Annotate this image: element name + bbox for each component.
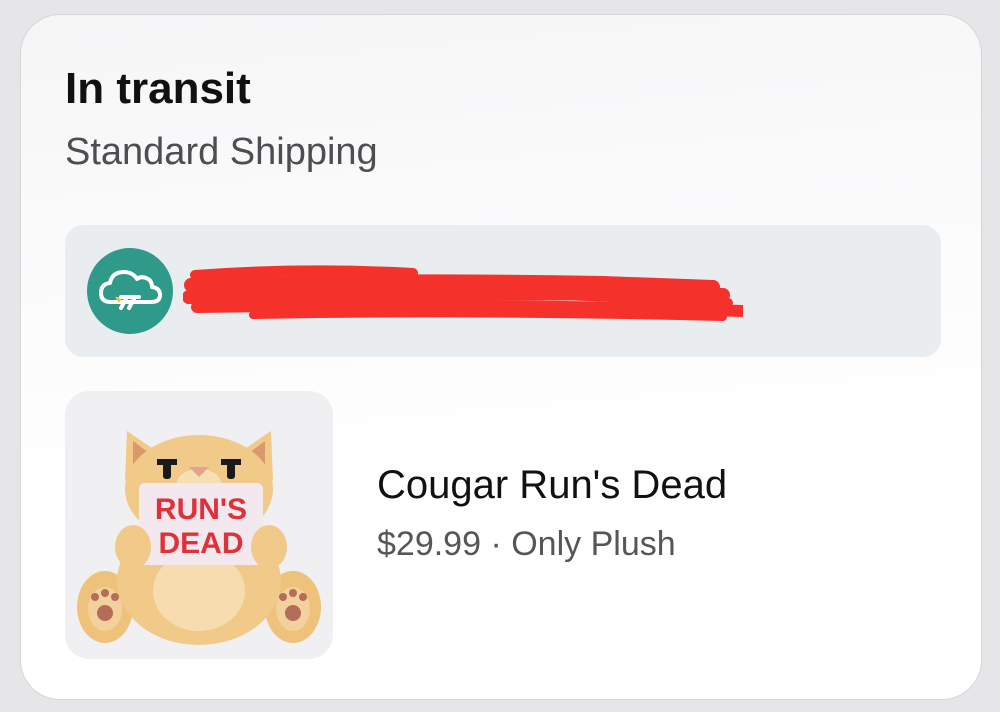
product-meta: $29.99 · Only Plush xyxy=(377,527,676,561)
redacted-tracking-info xyxy=(182,245,749,335)
carrier-tracking-row[interactable] xyxy=(65,225,941,357)
product-image[interactable]: RUN'S DEAD xyxy=(65,391,333,659)
sign-text-line1: RUN'S xyxy=(155,493,247,526)
meta-separator: · xyxy=(490,525,502,563)
product-price: $29.99 xyxy=(377,525,481,563)
sign-text-line2: DEAD xyxy=(158,527,243,560)
order-card[interactable]: In transit Standard Shipping RUN'S DEAD … xyxy=(20,14,982,700)
carrier-logo-icon xyxy=(87,248,173,334)
shipping-method: Standard Shipping xyxy=(65,131,378,173)
order-status: In transit xyxy=(65,64,251,113)
product-seller: Only Plush xyxy=(511,525,676,563)
product-name[interactable]: Cougar Run's Dead xyxy=(377,465,727,505)
